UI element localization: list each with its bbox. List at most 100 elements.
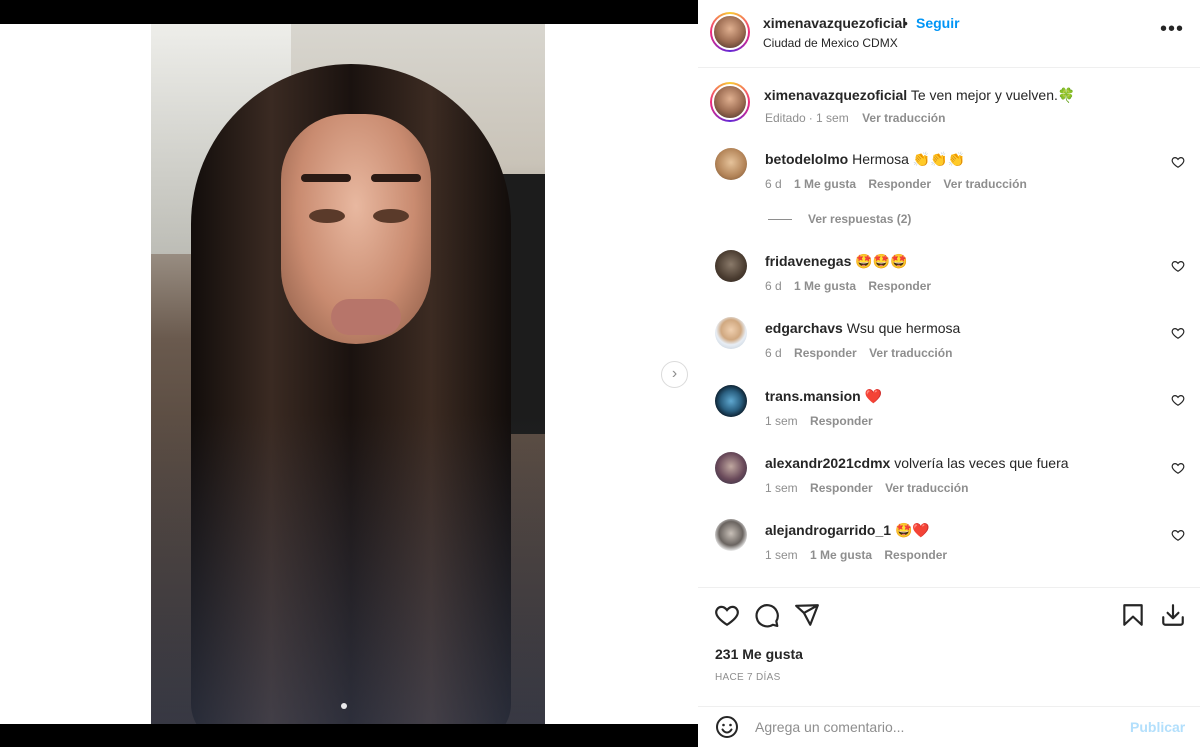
comment-time: 6 d xyxy=(765,279,782,293)
reply-button[interactable]: Responder xyxy=(794,346,857,360)
comment-meta: 1 sem 1 Me gusta Responder xyxy=(765,548,956,562)
avatar[interactable] xyxy=(715,385,747,417)
avatar[interactable] xyxy=(710,12,750,52)
separator: • xyxy=(903,15,908,31)
more-options-icon[interactable]: ••• xyxy=(1160,18,1184,41)
comment-time: 1 sem xyxy=(765,414,798,428)
caption-time: 1 sem xyxy=(816,111,849,125)
heart-icon[interactable] xyxy=(1171,461,1185,475)
header-username[interactable]: ximenavazquezoficial xyxy=(763,15,906,31)
carousel-dot xyxy=(341,703,347,709)
comment-username[interactable]: alejandrogarrido_1 xyxy=(765,522,891,538)
reply-button[interactable]: Responder xyxy=(868,279,931,293)
comment-body: 🤩🤩🤩 xyxy=(855,253,908,269)
comment-time: 6 d xyxy=(765,177,782,191)
comment-body: Hermosa 👏👏👏 xyxy=(852,151,966,167)
comment-username[interactable]: betodelolmo xyxy=(765,151,848,167)
heart-icon[interactable] xyxy=(1171,393,1185,407)
location-link[interactable]: Ciudad de Mexico CDMX xyxy=(763,36,898,50)
replies-label: Ver respuestas (2) xyxy=(808,212,912,226)
comment-time: 1 sem xyxy=(765,481,798,495)
caption-avatar[interactable] xyxy=(710,82,750,122)
comment-username[interactable]: edgarchavs xyxy=(765,320,843,336)
post-actions: 231 Me gusta HACE 7 DÍAS xyxy=(698,587,1200,697)
heart-icon[interactable] xyxy=(1171,259,1185,273)
comment-text: alexandr2021cdmx volvería las veces que … xyxy=(765,455,1069,471)
publish-button[interactable]: Publicar xyxy=(1130,719,1185,735)
comment-item: alexandr2021cdmx volvería las veces que … xyxy=(698,450,1200,510)
avatar[interactable] xyxy=(715,148,747,180)
right-brow xyxy=(371,174,421,182)
heart-icon[interactable] xyxy=(1171,155,1185,169)
heart-icon[interactable] xyxy=(1171,528,1185,542)
comment-body: volvería las veces que fuera xyxy=(894,455,1069,471)
avatar[interactable] xyxy=(715,317,747,349)
dress xyxy=(151,414,545,724)
caption-meta: Editado · 1 sem Ver traducción xyxy=(765,111,946,125)
post-media-area: › xyxy=(0,0,698,747)
post-photo[interactable] xyxy=(151,24,545,724)
post-header: ximenavazquezoficial • Seguir Ciudad de … xyxy=(698,0,1200,68)
left-eye xyxy=(309,209,345,223)
add-comment-bar: Publicar xyxy=(698,706,1200,747)
translate-link[interactable]: Ver traducción xyxy=(862,111,945,125)
reply-button[interactable]: Responder xyxy=(884,548,947,562)
comment-meta: 1 sem Responder xyxy=(765,414,882,428)
download-icon[interactable] xyxy=(1160,602,1186,628)
comment-username[interactable]: alexandr2021cdmx xyxy=(765,455,890,471)
heart-icon[interactable] xyxy=(714,602,740,628)
view-replies-button[interactable]: Ver respuestas (2) xyxy=(768,212,911,226)
comment-body: 🤩❤️ xyxy=(894,522,930,538)
post-caption: ximenavazquezoficial Te ven mejor y vuel… xyxy=(698,80,1200,140)
avatar[interactable] xyxy=(715,452,747,484)
comment-text: fridavenegas 🤩🤩🤩 xyxy=(765,253,908,270)
translate-link[interactable]: Ver traducción xyxy=(869,346,952,360)
post-side-panel: ximenavazquezoficial • Seguir Ciudad de … xyxy=(698,0,1200,747)
comment-meta: 6 d 1 Me gusta Responder xyxy=(765,279,940,293)
comment-likes[interactable]: 1 Me gusta xyxy=(794,177,856,191)
avatar[interactable] xyxy=(715,519,747,551)
comment-item: alejandrogarrido_1 🤩❤️ 1 sem 1 Me gusta … xyxy=(698,517,1200,577)
translate-link[interactable]: Ver traducción xyxy=(885,481,968,495)
comment-meta: 6 d Responder Ver traducción xyxy=(765,346,961,360)
comment-icon[interactable] xyxy=(754,602,780,628)
comment-username[interactable]: fridavenegas xyxy=(765,253,851,269)
caption-text: ximenavazquezoficial Te ven mejor y vuel… xyxy=(764,87,1075,104)
emoji-icon[interactable] xyxy=(715,715,739,739)
post-time: HACE 7 DÍAS xyxy=(715,672,781,683)
comment-body: ❤️ xyxy=(864,388,883,404)
comment-meta: 6 d 1 Me gusta Responder Ver traducción xyxy=(765,177,1036,191)
reply-button[interactable]: Responder xyxy=(810,481,873,495)
comment-text: trans.mansion ❤️ xyxy=(765,388,882,405)
comment-input[interactable] xyxy=(755,715,1115,739)
avatar[interactable] xyxy=(715,250,747,282)
caption-body: Te ven mejor y vuelven.🍀 xyxy=(910,87,1076,103)
chevron-right-icon[interactable]: › xyxy=(661,361,688,388)
comment-time: 1 sem xyxy=(765,548,798,562)
edited-label: Editado xyxy=(765,111,806,125)
translate-link[interactable]: Ver traducción xyxy=(943,177,1026,191)
comment-meta: 1 sem Responder Ver traducción xyxy=(765,481,977,495)
share-icon[interactable] xyxy=(794,602,820,628)
follow-button[interactable]: Seguir xyxy=(916,15,960,31)
comment-body: Wsu que hermosa xyxy=(846,320,961,336)
comment-text: edgarchavs Wsu que hermosa xyxy=(765,320,960,336)
lips xyxy=(331,299,401,335)
caption-username[interactable]: ximenavazquezoficial xyxy=(764,87,907,103)
comment-likes[interactable]: 1 Me gusta xyxy=(794,279,856,293)
comment-likes[interactable]: 1 Me gusta xyxy=(810,548,872,562)
left-brow xyxy=(301,174,351,182)
bookmark-icon[interactable] xyxy=(1120,602,1146,628)
likes-count[interactable]: 231 Me gusta xyxy=(715,646,803,662)
comment-text: betodelolmo Hermosa 👏👏👏 xyxy=(765,151,965,168)
comment-username[interactable]: trans.mansion xyxy=(765,388,861,404)
replies-line xyxy=(768,219,792,221)
reply-button[interactable]: Responder xyxy=(810,414,873,428)
reply-button[interactable]: Responder xyxy=(868,177,931,191)
comment-item: fridavenegas 🤩🤩🤩 6 d 1 Me gusta Responde… xyxy=(698,248,1200,308)
right-eye xyxy=(373,209,409,223)
heart-icon[interactable] xyxy=(1171,326,1185,340)
comment-item: trans.mansion ❤️ 1 sem Responder xyxy=(698,383,1200,443)
comment-time: 6 d xyxy=(765,346,782,360)
comment-item: edgarchavs Wsu que hermosa 6 d Responder… xyxy=(698,315,1200,375)
